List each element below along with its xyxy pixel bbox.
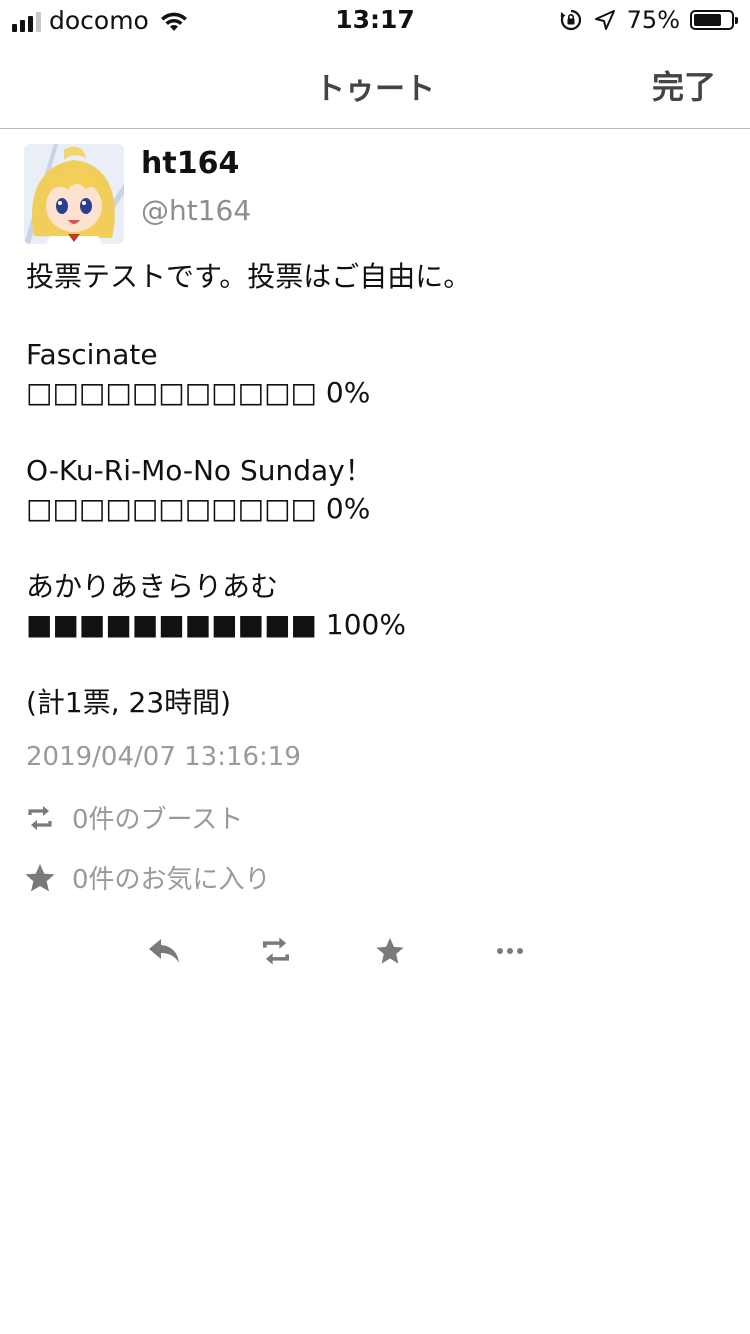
more-button[interactable] xyxy=(492,933,528,969)
done-button[interactable]: 完了 xyxy=(652,62,716,108)
battery-icon xyxy=(690,10,738,30)
poll-option-label: Fascinate xyxy=(26,338,158,371)
status-bar-right: 75% xyxy=(559,6,738,34)
location-icon xyxy=(594,10,615,30)
poll-summary: (計1票, 23時間) xyxy=(26,686,232,719)
status-bar: docomo 13:17 75% xyxy=(0,0,750,40)
boost-icon xyxy=(28,805,52,830)
display-name[interactable]: ht164 xyxy=(141,146,239,181)
toot-timestamp: 2019/04/07 13:16:19 xyxy=(26,742,301,772)
favourite-count-row[interactable]: 0件のお気に入り xyxy=(24,859,271,896)
content-blank-line xyxy=(26,296,726,336)
favourite-icon xyxy=(376,937,404,964)
poll-option-result: □□□□□□□□□□□ 0% xyxy=(26,492,371,525)
boost-count: 0件のブースト xyxy=(72,805,244,835)
boost-button[interactable] xyxy=(258,933,294,969)
boost-count-row[interactable]: 0件のブースト xyxy=(24,799,243,836)
content-blank-line xyxy=(26,412,726,452)
toot-content: 投票テストです。投票はご自由に。 Fascinate □□□□□□□□□□□ 0… xyxy=(26,258,726,722)
reply-icon xyxy=(149,939,179,963)
account-handle[interactable]: @ht164 xyxy=(141,194,251,227)
more-icon xyxy=(497,948,523,954)
reply-button[interactable] xyxy=(146,933,182,969)
favourite-button[interactable] xyxy=(372,933,408,969)
star-icon xyxy=(25,863,55,891)
content-blank-line xyxy=(26,644,726,684)
poll-option-result: □□□□□□□□□□□ 0% xyxy=(26,376,371,409)
avatar[interactable] xyxy=(24,144,124,244)
content-blank-line xyxy=(26,528,726,568)
poll-option-label: あかりあきらりあむ xyxy=(26,570,279,603)
page-title: トゥート xyxy=(315,72,435,107)
favourite-count: 0件のお気に入り xyxy=(72,865,271,895)
navigation-bar: トゥート 完了 xyxy=(0,40,750,129)
boost-icon xyxy=(262,937,290,965)
content-line: 投票テストです。投票はご自由に。 xyxy=(26,260,472,293)
poll-option-label: O-Ku-Ri-Mo-No Sunday！ xyxy=(26,454,373,487)
poll-option-result: ■■■■■■■■■■■ 100% xyxy=(26,608,406,641)
battery-percent: 75% xyxy=(626,6,680,34)
orientation-lock-icon xyxy=(560,9,581,31)
